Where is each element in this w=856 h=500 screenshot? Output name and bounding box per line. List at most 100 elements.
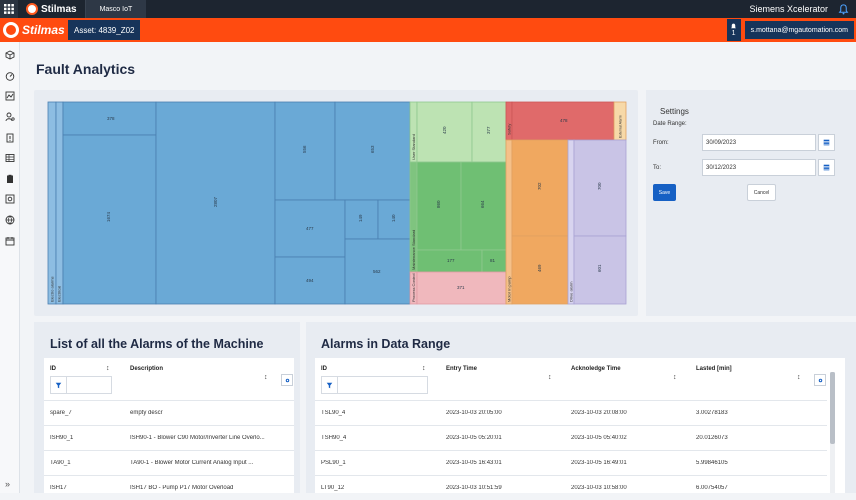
treemap-value: 562 [373,269,381,274]
treemap-group-drive-alarm[interactable] [567,139,575,305]
column-header-id[interactable]: ID [50,366,56,372]
cell-lasted: 3.00278183 [696,410,728,416]
id-filter-input[interactable] [50,376,112,394]
sort-icon[interactable]: ↕ [797,374,801,381]
table-row[interactable]: TSL90_4 2023-10-03 20:05:00 2023-10-03 2… [315,400,827,425]
gear-square-icon [5,195,15,204]
alarms-range-card: Alarms in Data Range ID ↕ Entry Time ↕ A… [306,322,856,493]
sidebar-item-calendar[interactable] [0,230,20,251]
cell-entry-time: 2023-10-05 16:43:01 [446,460,502,466]
column-settings-button[interactable] [814,374,826,386]
treemap-group-label: User Standard [411,134,416,160]
treemap-group-label: Drive alarm [569,281,574,302]
column-header-description[interactable]: Description [130,366,163,372]
asset-bar: Stilmas Asset: 4839_Z02 1 s.mottana@mgau… [0,18,856,42]
notifications-bell-icon[interactable] [836,2,850,16]
fault-treemap-panel: 378 1674 2807 556 653 477 149 140 494 56… [34,90,638,316]
cell-id: TSL90_4 [321,410,346,416]
brand-name: Stilmas [41,3,77,15]
sort-icon[interactable]: ↕ [264,374,268,381]
sidebar-item-web[interactable] [0,210,20,231]
from-calendar-button[interactable] [818,134,835,151]
sidebar-item-table[interactable] [0,148,20,169]
treemap-group-label: External Alarm [619,115,623,138]
from-label: From: [653,140,669,146]
to-calendar-button[interactable] [818,159,835,176]
save-button[interactable]: Save [653,184,676,201]
tab-masco-iot[interactable]: Masco IoT [85,0,147,18]
table-row[interactable]: TSH90_4 2023-10-05 05:20:01 2023-10-05 0… [315,425,827,450]
cell-description: ISH90-1 - Blower C90 Motor/Inverter Line… [130,435,265,441]
alarms-range-table: ID ↕ Entry Time ↕ Acknoledge Time ↕ Last… [315,358,845,493]
alerts-counter[interactable]: 1 [726,19,741,41]
sidebar-item-fault-analytics[interactable] [0,127,20,148]
column-header-lasted[interactable]: Lasted [min] [696,366,732,372]
sidebar-expand-icon[interactable]: » [5,479,10,489]
sidebar-item-settings[interactable] [0,189,20,210]
table-row[interactable]: ISH90_1 ISH90-1 - Blower C90 Motor/Inver… [44,425,294,450]
treemap-group-label: Motor in pump [507,276,512,302]
treemap-value: 700 [597,182,602,190]
stilmas-wordmark: Stilmas [22,23,65,37]
cube-icon [5,50,15,60]
cancel-button[interactable]: Cancel [747,184,776,201]
table-row[interactable]: PSL90_1 2023-10-05 16:43:01 2023-10-05 1… [315,450,827,475]
cell-ack-time: 2023-10-05 05:40:02 [571,435,627,441]
top-bar: Stilmas Masco IoT Siemens Xcelerator [0,0,856,18]
sidebar-item-gauge[interactable] [0,66,20,87]
asset-selector[interactable]: Asset: 4839_Z02 [68,20,141,40]
treemap-value: 664 [480,200,485,208]
treemap-value: 2807 [213,196,218,207]
alarms-range-title: Alarms in Data Range [321,337,451,351]
scrollbar-thumb[interactable] [830,372,835,444]
sidebar-item-users[interactable] [0,107,20,128]
treemap-value: 477 [306,226,314,231]
sidebar-item-clipboard[interactable] [0,169,20,190]
user-email[interactable]: s.mottana@mgautomation.com [744,21,854,39]
brand-logo[interactable]: Stilmas [18,0,86,18]
stilmas-logo[interactable]: Stilmas [0,18,68,42]
from-date-input[interactable]: 30/09/2023 [702,134,816,151]
fault-treemap: 378 1674 2807 556 653 477 149 140 494 56… [47,101,627,305]
filter-icon [51,377,67,393]
table-row[interactable]: LT90_12 2023-10-03 10:51:59 2023-10-03 1… [315,475,827,500]
settings-panel: Settings Date Range: From: 30/09/2023 To… [646,90,856,316]
table-row[interactable]: TA90_1 TA90-1 - Blower Motor Current Ana… [44,450,294,475]
calendar-icon [823,139,830,146]
table-row[interactable]: spare_7 empty descr [44,400,294,425]
treemap-value: 860 [436,200,441,208]
column-header-id[interactable]: ID [321,366,327,372]
cell-id: LT90_12 [321,485,345,491]
clipboard-icon [7,174,13,183]
id-filter-input[interactable] [321,376,428,394]
table-row[interactable]: ISH17 ISH17 BO - Pump P17 Motor Overload [44,475,294,500]
page-title: Fault Analytics [36,61,136,77]
column-header-acknowledge-time[interactable]: Acknoledge Time [571,366,621,372]
sidebar-item-trends[interactable] [0,86,20,107]
app-grid-icon[interactable] [0,0,18,18]
column-settings-button[interactable] [281,374,293,386]
to-date-input[interactable]: 30/12/2023 [702,159,816,176]
treemap-value: 81 [490,258,496,263]
cell-entry-time: 2023-10-05 05:20:01 [446,435,502,441]
sort-icon[interactable]: ↕ [422,365,426,372]
user-gear-icon [5,112,15,122]
treemap-value: 149 [358,214,363,222]
treemap-group-electro-alarms[interactable] [47,101,57,305]
gauge-icon [5,72,15,81]
gear-icon [285,378,289,382]
sort-icon[interactable]: ↕ [673,374,677,381]
to-label: To: [653,165,662,171]
sidebar-item-dashboard[interactable] [0,45,20,66]
treemap-group-label: Maintenance Standard [411,230,416,270]
treemap-group-label: Safety [507,124,512,135]
line-chart-icon [5,92,15,101]
sort-icon[interactable]: ↕ [548,374,552,381]
treemap-value: 377 [486,126,491,134]
treemap-group-electrical[interactable] [55,101,64,305]
column-header-entry-time[interactable]: Entry Time [446,366,477,372]
sort-icon[interactable]: ↕ [106,365,110,372]
table-scrollbar[interactable] [830,372,835,493]
cell-ack-time: 2023-10-03 10:58:00 [571,485,627,491]
cell-entry-time: 2023-10-03 10:51:59 [446,485,502,491]
